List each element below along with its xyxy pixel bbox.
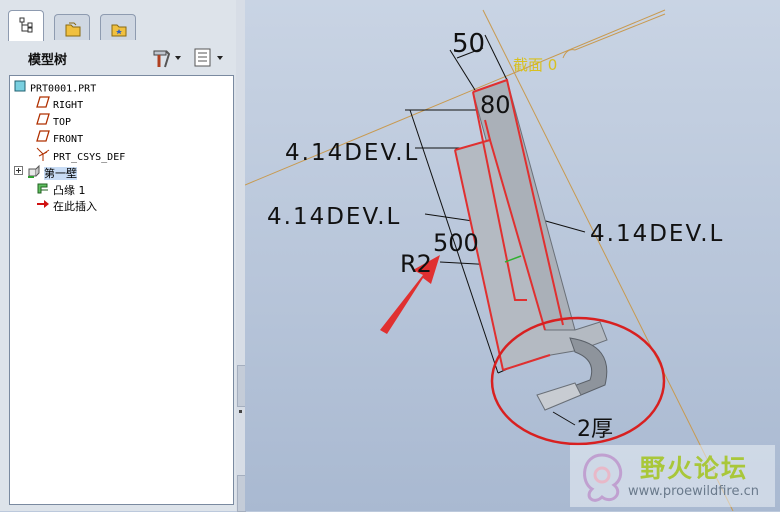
flange-lip	[536, 382, 582, 411]
watermark-url: www.proewildfire.cn	[628, 484, 759, 499]
tree-item-part[interactable]: PRT0001.PRT	[14, 79, 96, 95]
tab-model-tree[interactable]	[8, 10, 44, 41]
dim-500[interactable]: 500	[433, 229, 479, 257]
expand-icon[interactable]	[14, 166, 24, 182]
watermark-title: 野火论坛	[640, 454, 749, 483]
part-icon	[14, 79, 27, 98]
model-tree-title: 模型树	[28, 53, 68, 68]
tree-item-front[interactable]: FRONT	[36, 130, 83, 146]
tree-item-insert-here[interactable]: 在此插入	[36, 198, 97, 214]
insert-here-arrow-icon	[36, 198, 50, 216]
model-tree: PRT0001.PRT RIGHT TOP FRONT PRT_CSYS_DEF…	[9, 75, 234, 505]
datum-plane-icon	[36, 96, 50, 114]
panel-splitter[interactable]	[236, 0, 246, 512]
datum-plane-icon	[36, 113, 50, 131]
dim-dev-right[interactable]: 4.14DEV.L	[590, 221, 724, 247]
dim-50[interactable]: 50	[452, 29, 485, 59]
dim-dev-mid[interactable]: 4.14DEV.L	[267, 204, 401, 230]
navigator-panel: 模型树 PRT0001.PRT RIGHT TOP FRONT PRT_CSYS…	[0, 0, 245, 511]
dim-80[interactable]: 80	[480, 91, 511, 119]
tab-favorites[interactable]	[100, 14, 136, 40]
tree-item-first-wall[interactable]: 第一壁	[14, 164, 77, 180]
model-tree-header: 模型树	[8, 44, 236, 72]
model-tree-icon	[19, 17, 33, 33]
dim-r2[interactable]: R2	[400, 250, 432, 278]
model-drawing[interactable]: 50 80 截面 0 4.14DEV.L 4.14DEV.L 4.14DEV.L…	[245, 0, 780, 511]
folder-icon	[65, 22, 81, 37]
tree-item-right[interactable]: RIGHT	[36, 96, 83, 112]
splitter-dot	[239, 410, 242, 413]
datum-plane-edge	[562, 13, 666, 59]
leader-line	[552, 411, 576, 426]
tree-item-csys[interactable]: PRT_CSYS_DEF	[36, 147, 125, 163]
watermark-logo-icon	[583, 453, 623, 502]
watermark: 野火论坛 www.proewildfire.cn	[570, 445, 775, 507]
datum-plane-icon	[36, 130, 50, 148]
dimension-extension-line	[484, 34, 508, 81]
tree-item-top[interactable]: TOP	[36, 113, 71, 129]
favorites-icon	[111, 24, 127, 37]
section-label: 截面 0	[513, 56, 557, 74]
show-dropdown-button[interactable]	[192, 47, 228, 69]
dim-thickness[interactable]: 2厚	[577, 417, 613, 442]
tree-item-flange[interactable]: 凸缘 1	[36, 181, 86, 197]
tools-icon	[153, 50, 181, 68]
list-icon	[194, 48, 223, 67]
settings-dropdown-button[interactable]	[150, 47, 184, 69]
tab-folder-browser[interactable]	[54, 14, 90, 40]
graphics-viewport[interactable]: 50 80 截面 0 4.14DEV.L 4.14DEV.L 4.14DEV.L…	[245, 0, 780, 511]
dim-dev-top[interactable]: 4.14DEV.L	[285, 140, 419, 166]
